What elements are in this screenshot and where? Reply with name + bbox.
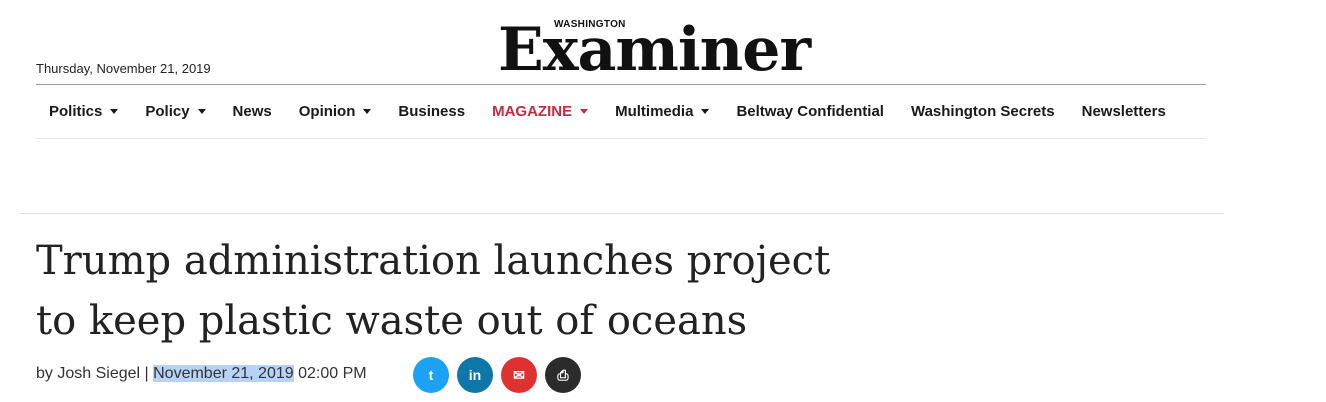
byline-author[interactable]: by Josh Siegel | bbox=[36, 365, 153, 382]
twitter-share-button[interactable]: t bbox=[413, 357, 449, 393]
nav-label: MAGAZINE bbox=[492, 103, 573, 120]
article-headline: Trump administration launches project to… bbox=[36, 238, 831, 344]
current-date: Thursday, November 21, 2019 bbox=[36, 61, 211, 76]
linkedin-share-button[interactable]: in bbox=[457, 357, 493, 393]
email-icon: ✉ bbox=[513, 366, 525, 383]
chevron-down-icon bbox=[197, 109, 206, 114]
nav-label: Newsletters bbox=[1081, 103, 1166, 120]
nav-label: Washington Secrets bbox=[910, 103, 1055, 120]
byline-time: 02:00 PM bbox=[293, 365, 367, 382]
chevron-down-icon bbox=[363, 109, 372, 114]
chevron-down-icon bbox=[110, 109, 119, 114]
email-share-button[interactable]: ✉ bbox=[501, 357, 537, 393]
nav-item-news[interactable]: News bbox=[233, 103, 272, 120]
byline-date: November 21, 2019 bbox=[153, 365, 294, 382]
chevron-down-icon bbox=[701, 109, 710, 114]
print-icon: ⎙ bbox=[557, 366, 569, 383]
share-buttons: t in ✉ ⎙ bbox=[413, 357, 589, 393]
nav-label: Politics bbox=[49, 103, 103, 120]
masthead: Thursday, November 21, 2019 WASHINGTON E… bbox=[36, 0, 1206, 85]
nav-item-multimedia[interactable]: Multimedia bbox=[615, 103, 710, 120]
chevron-down-icon bbox=[580, 109, 589, 114]
linkedin-icon: in bbox=[468, 367, 482, 383]
nav-item-washington-secrets[interactable]: Washington Secrets bbox=[911, 103, 1055, 120]
nav-item-business[interactable]: Business bbox=[398, 103, 465, 120]
main-nav: Politics Policy News Opinion Business MA… bbox=[36, 85, 1206, 139]
nav-item-magazine[interactable]: MAGAZINE bbox=[492, 103, 589, 120]
nav-item-opinion[interactable]: Opinion bbox=[299, 103, 372, 120]
nav-label: Policy bbox=[145, 103, 190, 120]
nav-item-newsletters[interactable]: Newsletters bbox=[1082, 103, 1166, 120]
nav-item-policy[interactable]: Policy bbox=[145, 103, 206, 120]
twitter-icon: t bbox=[428, 367, 434, 383]
nav-label: Beltway Confidential bbox=[736, 103, 884, 120]
site-logo[interactable]: WASHINGTON Examiner bbox=[498, 10, 811, 86]
logo-wordmark: Examiner bbox=[498, 15, 811, 85]
nav-label: Multimedia bbox=[615, 103, 694, 120]
nav-label: Business bbox=[398, 103, 466, 120]
section-divider bbox=[20, 213, 1224, 214]
nav-item-beltway-confidential[interactable]: Beltway Confidential bbox=[736, 103, 884, 120]
nav-label: News bbox=[232, 103, 272, 120]
nav-label: Opinion bbox=[298, 103, 356, 120]
print-button[interactable]: ⎙ bbox=[545, 357, 581, 393]
article-byline: by Josh Siegel | November 21, 2019 02:00… bbox=[36, 365, 367, 383]
nav-item-politics[interactable]: Politics bbox=[49, 103, 119, 120]
